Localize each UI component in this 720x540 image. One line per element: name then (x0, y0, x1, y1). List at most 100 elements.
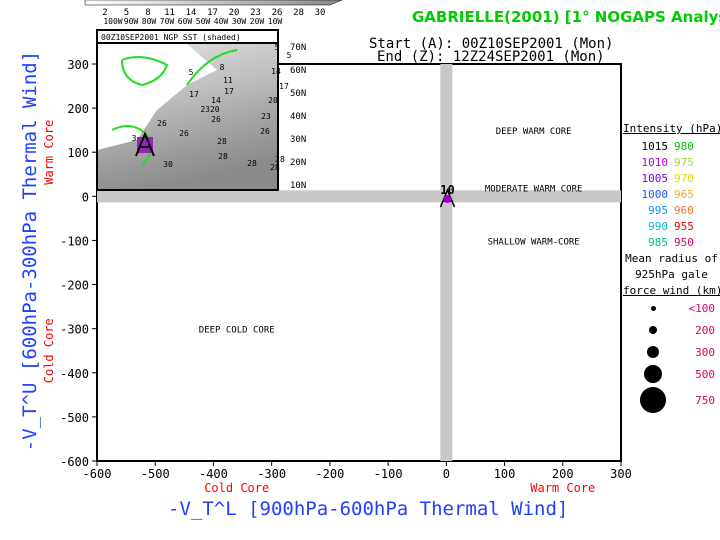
x-tick-label: -500 (141, 467, 170, 481)
contour-label: 17 (279, 82, 289, 91)
x-tick-label: 200 (552, 467, 574, 481)
radius-value: 500 (695, 367, 715, 381)
gale-radius-dot-icon (650, 305, 656, 311)
radius-value: <100 (688, 301, 716, 315)
gale-radius-dot-icon (647, 346, 659, 358)
y-cold-core-label: Cold Core (42, 318, 56, 383)
inset-storm-box (137, 137, 153, 153)
radius-row: <100 (623, 297, 720, 319)
radius-title: 925hPa gale (635, 268, 708, 281)
latitude-label: 60N (290, 66, 306, 76)
contour-label: 28 (247, 159, 257, 168)
intensity-value: 995 (648, 203, 668, 217)
region-label: MODERATE WARM CORE (485, 185, 583, 195)
contour-label: 14 (211, 96, 221, 105)
longitude-label: 30W (232, 17, 247, 26)
contour-label: 5 (287, 51, 292, 60)
radius-row: 500 (623, 363, 720, 385)
y-tick-label: 0 (82, 190, 89, 204)
y-tick-label: 100 (67, 146, 89, 160)
x-warm-core-label: Warm Core (530, 481, 595, 495)
y-tick-label: -600 (60, 455, 89, 469)
x-tick-label: -100 (374, 467, 403, 481)
x-tick-label: 0 (443, 467, 450, 481)
inset-title: 00Z10SEP2001 NGP SST (shaded) (101, 33, 241, 42)
radius-title: Mean radius of (625, 252, 718, 265)
intensity-row: 1015 980 (623, 138, 720, 154)
sst-colorbar (84, 0, 343, 6)
contour-label: 26 (179, 129, 189, 138)
x-tick-label: -400 (199, 467, 228, 481)
gale-radius-dot-icon (644, 365, 662, 383)
gale-radius-dot-icon (640, 387, 666, 413)
contour-label: 23 (261, 112, 271, 121)
intensity-row: 995 960 (623, 202, 720, 218)
intensity-value: 985 (648, 235, 668, 249)
contour-label: 2320 (200, 105, 219, 114)
contour-label: 17 (189, 90, 199, 99)
intensity-row: 985 950 (623, 234, 720, 250)
y-warm-core-label: Warm Core (42, 120, 56, 185)
intensity-value: 1005 (641, 171, 669, 185)
y-tick-label: -300 (60, 323, 89, 337)
radius-row: 200 (623, 319, 720, 341)
contour-label: 5 (275, 43, 280, 52)
intensity-value: 955 (674, 219, 694, 233)
x-tick-label: -200 (315, 467, 344, 481)
region-label: DEEP COLD CORE (199, 326, 275, 336)
radius-value: 200 (695, 323, 715, 337)
contour-label: 20 (268, 96, 278, 105)
longitude-label: 90W (124, 17, 139, 26)
intensity-row: 1005 970 (623, 170, 720, 186)
longitude-label: 80W (142, 17, 157, 26)
contour-label: 28 (218, 152, 228, 161)
intensity-value: 960 (674, 203, 694, 217)
x-axis-title: -V_T^L [900hPa-600hPa Thermal Wind] (168, 498, 569, 520)
radius-title: force wind (km): (623, 284, 720, 297)
x-tick-label: -600 (83, 467, 112, 481)
contour-label: 17 (224, 87, 234, 96)
intensity-row: 990 955 (623, 218, 720, 234)
intensity-row: 1010 975 (623, 154, 720, 170)
intensity-value: 1000 (641, 187, 669, 201)
contour-label: 8 (220, 63, 225, 72)
latitude-label: 10N (290, 181, 306, 191)
y-tick-label: -200 (60, 279, 89, 293)
intensity-title: Intensity (hPa): (623, 122, 720, 135)
contour-label: 26 (211, 115, 221, 124)
y-tick-label: -400 (60, 367, 89, 381)
plot-area: -600 -500 -400 -300 -200 -100 0 100 200 300300200… (42, 0, 632, 495)
x-cold-core-label: Cold Core (204, 481, 269, 495)
contour-label: 26 (157, 119, 167, 128)
region-label: DEEP WARM CORE (496, 127, 572, 137)
longitude-label: 50W (196, 17, 211, 26)
intensity-value: 1015 (641, 139, 669, 153)
contour-label: 30 (163, 160, 173, 169)
contour-label: 11 (223, 76, 233, 85)
intensity-value: 965 (674, 187, 694, 201)
colorbar-label: 28 (293, 8, 304, 18)
radius-value: 750 (695, 393, 715, 407)
intensity-row: 1000 965 (623, 186, 720, 202)
point-label: 10 (440, 183, 454, 197)
contour-label: 26 (260, 127, 270, 136)
latitude-label: 50N (290, 89, 306, 99)
region-label: SHALLOW WARM-CORE (488, 237, 580, 247)
intensity-value: 975 (674, 155, 694, 169)
intensity-value: 990 (648, 219, 668, 233)
contour-label: 5 (189, 68, 194, 77)
longitude-label: 60W (178, 17, 193, 26)
latitude-label: 30N (290, 135, 306, 145)
contour-label: 28 (217, 137, 227, 146)
y-tick-label: 200 (67, 102, 89, 116)
phase-diagram: GABRIELLE(2001) [1° NOGAPS Analysis] Sta… (0, 0, 720, 540)
contour-label: 3 (132, 134, 137, 143)
longitude-label: 100W (103, 17, 122, 26)
x-tick-label: -300 (257, 467, 286, 481)
longitude-label: 10W (268, 17, 283, 26)
radius-value: 300 (695, 345, 715, 359)
latitude-label: 70N (290, 43, 306, 53)
gale-radius-dot-icon (649, 326, 657, 334)
vertical-zero-band (440, 64, 453, 461)
latitude-label: 20N (290, 158, 306, 168)
